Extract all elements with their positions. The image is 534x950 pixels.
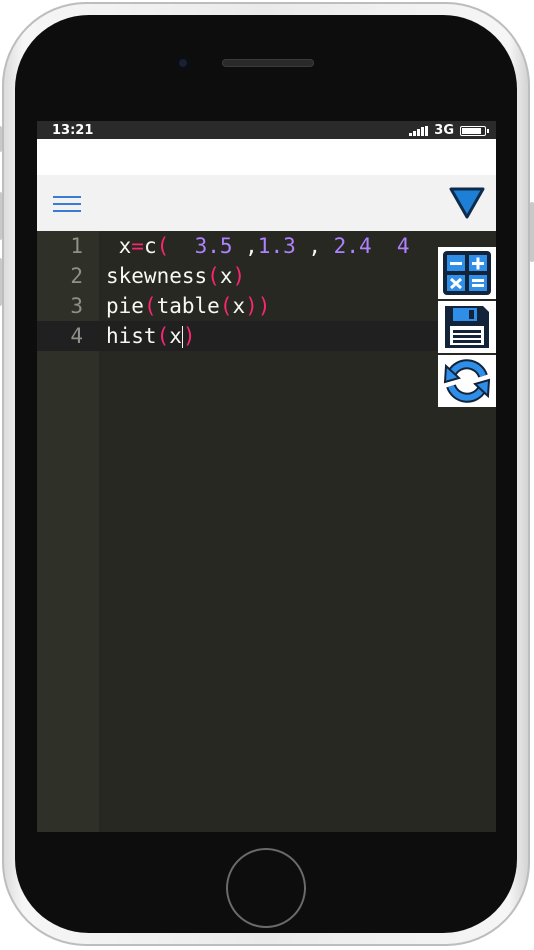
status-bar: 13:21 3G [37, 121, 496, 139]
power-button [530, 202, 534, 262]
code-token: x [169, 324, 182, 348]
code-number: 4 [396, 234, 410, 258]
battery-icon [460, 125, 489, 136]
line-number: 4 [70, 324, 83, 348]
code-text: x=c( 3.5 ,1.3 , 2.4 4 [106, 231, 410, 261]
status-time: 13:21 [52, 123, 94, 138]
code-number: 2.4 [333, 234, 372, 258]
code-text: skewness(x) [106, 261, 245, 291]
code-operator: ( [156, 324, 170, 348]
code-operator: ( [207, 264, 220, 288]
save-button[interactable] [438, 301, 496, 353]
code-line[interactable]: 1 x=c( 3.5 ,1.3 , 2.4 4 [37, 231, 496, 261]
toolbar [37, 175, 496, 231]
code-token: x [219, 264, 233, 288]
code-token: c [143, 234, 157, 258]
code-operator: ( [219, 294, 233, 318]
code-operator: )) [245, 294, 271, 318]
triangle-down-icon[interactable] [449, 186, 485, 224]
code-token: , [232, 234, 258, 258]
volume-up-button [0, 192, 2, 240]
code-line[interactable]: 4 hist(x) [37, 321, 496, 351]
refresh-button[interactable] [438, 355, 496, 407]
code-token: skewness [106, 264, 208, 288]
silent-switch [0, 126, 2, 152]
earpiece-speaker [222, 59, 314, 67]
front-camera-icon [176, 56, 190, 70]
code-number: 3.5 [194, 234, 233, 258]
code-token: pie [106, 294, 144, 318]
line-number: 3 [70, 294, 83, 318]
line-number: 2 [70, 264, 83, 288]
code-token: hist [106, 324, 157, 348]
network-label: 3G [434, 123, 454, 138]
home-button[interactable] [226, 848, 306, 928]
code-line[interactable]: 3 pie(table(x)) [37, 291, 496, 321]
calculator-icon [443, 251, 491, 295]
app-screen: 13:21 3G 1 x=c( 3.5 ,1.3 , 2.4 4 2 skewnes… [37, 121, 496, 832]
code-operator: ( [156, 234, 170, 258]
code-line[interactable]: 2 skewness(x) [37, 261, 496, 291]
signal-icon [409, 125, 429, 136]
code-number: 1.3 [257, 234, 296, 258]
code-text: hist(x) [106, 321, 196, 351]
hamburger-menu-icon[interactable] [53, 196, 81, 212]
code-text: pie(table(x)) [106, 291, 270, 321]
code-operator: ) [232, 264, 246, 288]
line-number: 1 [70, 234, 83, 258]
volume-down-button [0, 258, 2, 306]
code-operator: = [131, 234, 144, 258]
status-indicators: 3G [409, 123, 489, 138]
code-token: , [295, 234, 334, 258]
code-operator: ) [182, 324, 196, 348]
floppy-disk-icon [445, 306, 489, 348]
code-token: x [106, 234, 132, 258]
refresh-icon [443, 359, 491, 403]
code-token: x [232, 294, 246, 318]
calculator-button[interactable] [438, 247, 496, 299]
title-bar [37, 139, 496, 175]
code-editor[interactable]: 1 x=c( 3.5 ,1.3 , 2.4 4 2 skewness(x) 3 pie(… [37, 231, 496, 832]
code-operator: ( [143, 294, 157, 318]
code-token: table [156, 294, 220, 318]
